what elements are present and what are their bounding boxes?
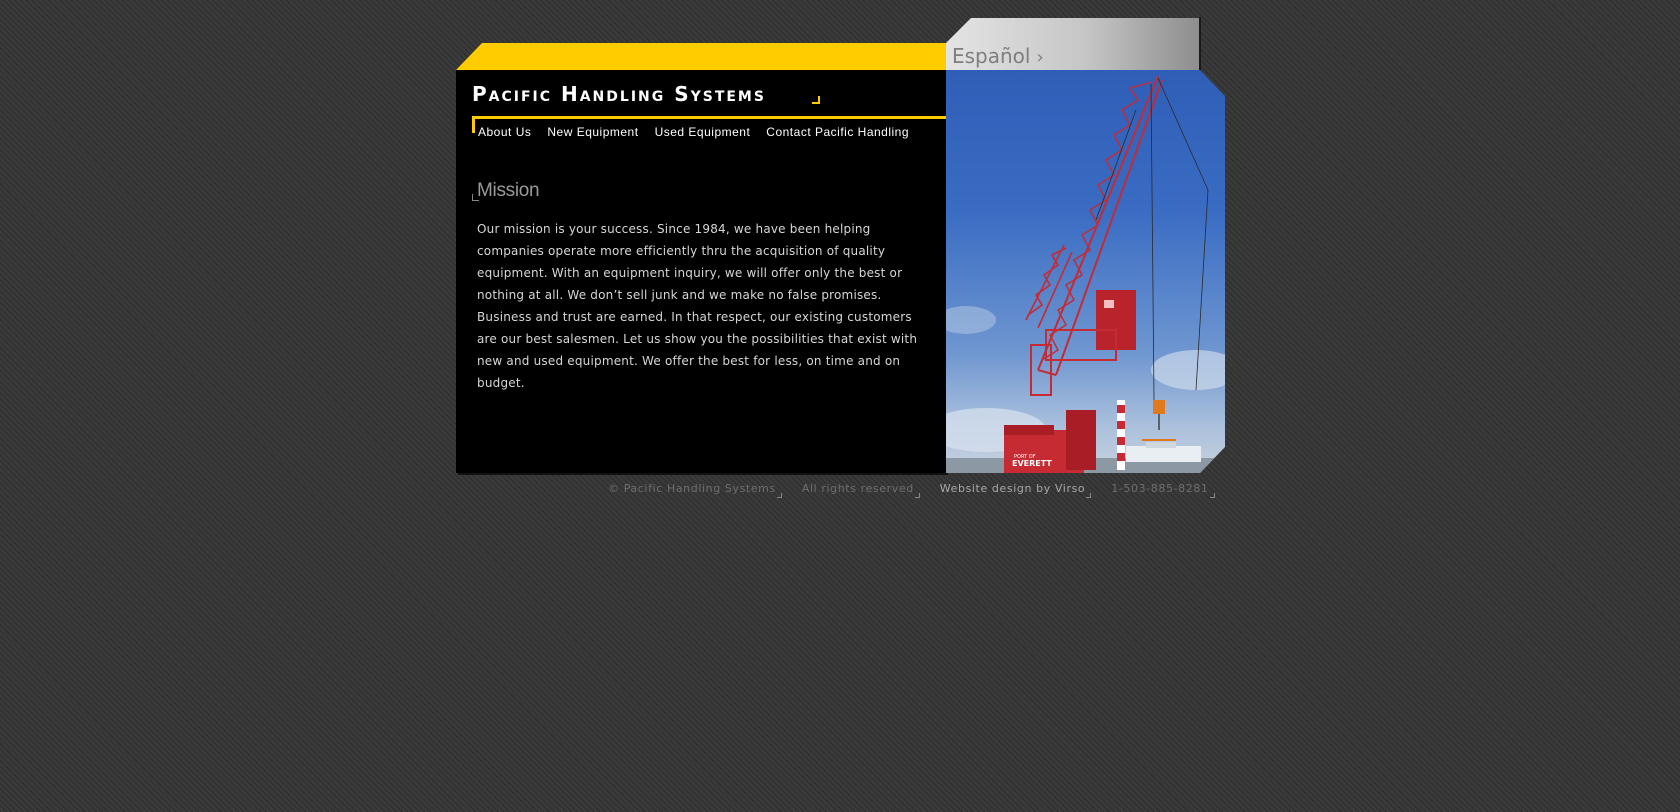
site-logo[interactable]: Pacific Handling Systems <box>472 82 766 106</box>
mission-body-text: Our mission is your success. Since 1984,… <box>477 222 918 390</box>
espanol-label: Español <box>952 44 1031 68</box>
site-container: Español › Pacific Handling Systems About … <box>450 0 1230 520</box>
main-nav: About Us New Equipment Used Equipment Co… <box>478 125 909 139</box>
crane-label: EVERETT <box>1012 459 1052 468</box>
content-panel: Pacific Handling Systems About Us New Eq… <box>456 70 946 473</box>
header-accent-band <box>456 43 946 70</box>
crane-photo: PORT OF EVERETT <box>946 70 1225 473</box>
footer-design-credit-link[interactable]: Website design by Virso <box>940 482 1092 498</box>
nav-item-new-equipment[interactable]: New Equipment <box>547 125 638 139</box>
footer-phone: 1-503-885-8281 <box>1111 482 1215 498</box>
chevron-right-icon: › <box>1036 47 1044 68</box>
nav-divider <box>472 116 946 119</box>
crane-illustration: PORT OF EVERETT <box>946 75 1225 473</box>
nav-item-used-equipment[interactable]: Used Equipment <box>655 125 751 139</box>
espanol-link[interactable]: Español › <box>952 44 1044 68</box>
site-footer: © Pacific Handling Systems All rights re… <box>608 482 1215 498</box>
footer-rights: All rights reserved <box>802 482 920 498</box>
nav-item-contact[interactable]: Contact Pacific Handling <box>766 125 909 139</box>
nav-divider-tick <box>472 116 475 133</box>
logo-corner-mark <box>812 96 820 104</box>
section-title: Mission <box>477 180 540 201</box>
footer-copyright: © Pacific Handling Systems <box>608 482 782 498</box>
nav-item-about-us[interactable]: About Us <box>478 125 531 139</box>
